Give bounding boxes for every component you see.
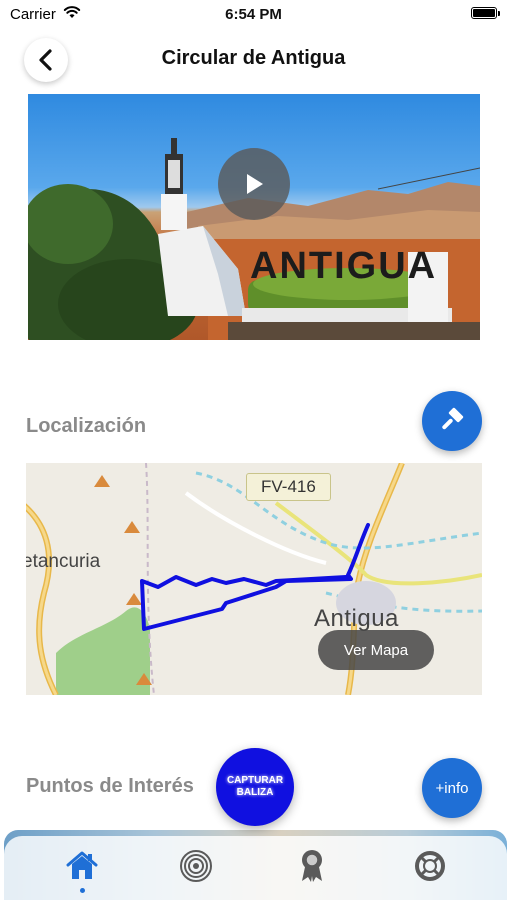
tab-home[interactable] — [62, 846, 102, 886]
tab-beacons[interactable] — [176, 846, 216, 886]
tab-achievements[interactable] — [292, 846, 332, 886]
play-icon — [247, 174, 263, 194]
play-button[interactable] — [218, 148, 290, 220]
hammer-icon — [442, 407, 464, 430]
capture-line2: BALIZA — [236, 787, 274, 798]
map-town-betancuria: etancuria — [26, 551, 101, 572]
award-icon — [302, 850, 322, 882]
video-thumbnail[interactable]: ANTIGUA — [28, 94, 480, 340]
capture-beacon-button[interactable]: CAPTURAR BALIZA — [216, 748, 294, 826]
lifebuoy-icon — [415, 851, 445, 881]
poi-heading: Puntos de Interés — [26, 775, 194, 797]
capture-line1: CAPTURAR — [226, 775, 284, 786]
map-road-label: FV-416 — [246, 473, 331, 501]
info-button[interactable]: +info — [422, 758, 482, 818]
map-town-antigua: Antigua — [314, 605, 399, 632]
battery-icon — [471, 7, 500, 19]
tab-bar — [4, 836, 507, 900]
active-tab-indicator — [80, 888, 85, 893]
location-heading: Localización — [26, 415, 147, 437]
view-map-button[interactable]: Ver Mapa — [318, 630, 434, 670]
page-title: Circular de Antigua — [161, 47, 346, 69]
home-icon — [66, 851, 98, 879]
route-map[interactable]: FV-416 etancuria Antigua Ver Mapa — [26, 463, 482, 695]
clock: 6:54 PM — [225, 6, 282, 23]
hammer-button[interactable] — [422, 391, 482, 451]
tab-help[interactable] — [410, 846, 450, 886]
video-sign-text: ANTIGUA — [250, 245, 437, 287]
status-bar: Carrier 6:54 PM — [0, 0, 507, 28]
signal-icon — [180, 850, 212, 882]
